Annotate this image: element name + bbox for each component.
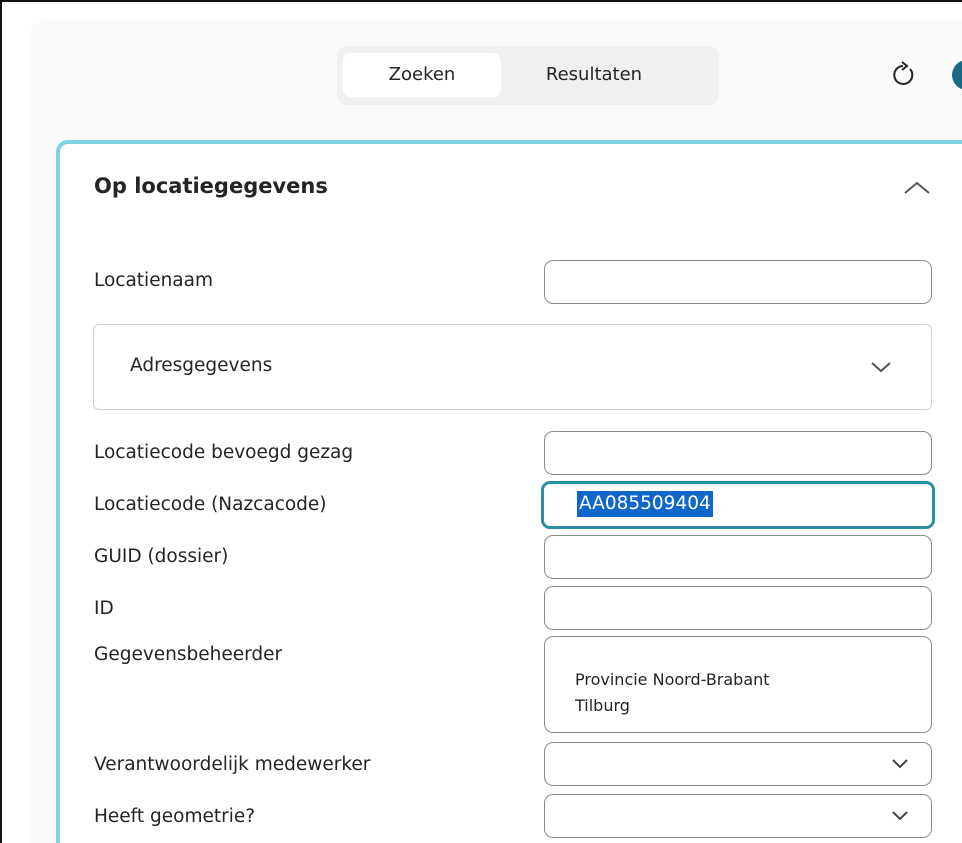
locatiecode-bevoegd-gezag-input[interactable] xyxy=(544,431,932,475)
chevron-down-icon xyxy=(892,811,908,821)
guid-input[interactable] xyxy=(544,535,932,579)
refresh-icon[interactable] xyxy=(888,60,918,90)
guid-label: GUID (dossier) xyxy=(94,546,229,567)
adresgegevens-accordion[interactable]: Adresgegevens xyxy=(93,324,932,410)
nazcacode-value: AA085509404 xyxy=(577,491,713,517)
window-frame: Zoeken Resultaten Op locatiegegevens Loc… xyxy=(0,0,962,843)
chevron-up-icon[interactable] xyxy=(899,174,935,204)
id-label: ID xyxy=(94,598,114,619)
tab-resultaten[interactable]: Resultaten xyxy=(519,53,669,97)
medewerker-select[interactable] xyxy=(544,742,932,786)
locatienaam-label: Locatienaam xyxy=(94,270,214,291)
gegevensbeheerder-label: Gegevensbeheerder xyxy=(94,644,283,665)
tab-zoeken[interactable]: Zoeken xyxy=(343,53,501,97)
chevron-down-icon xyxy=(892,759,908,769)
locatienaam-input[interactable] xyxy=(544,260,932,304)
id-input[interactable] xyxy=(544,586,932,630)
section-title: Op locatiegegevens xyxy=(94,174,328,198)
beheerder-line-1: Provincie Noord-Brabant xyxy=(575,670,770,689)
beheerder-line-2: Tilburg xyxy=(575,696,630,715)
chevron-down-icon xyxy=(871,362,891,373)
gegevensbeheerder-field[interactable]: Provincie Noord-Brabant Tilburg xyxy=(544,636,932,733)
geometrie-label: Heeft geometrie? xyxy=(94,806,256,827)
geometrie-select[interactable] xyxy=(544,794,932,838)
medewerker-label: Verantwoordelijk medewerker xyxy=(94,754,371,775)
tab-switcher: Zoeken Resultaten xyxy=(337,46,719,105)
locatiecode-bevoegd-gezag-label: Locatiecode bevoegd gezag xyxy=(94,442,354,463)
nazcacode-input[interactable]: AA085509404 xyxy=(541,481,935,529)
nazcacode-label: Locatiecode (Nazcacode) xyxy=(94,494,327,515)
adresgegevens-label: Adresgegevens xyxy=(130,355,273,376)
